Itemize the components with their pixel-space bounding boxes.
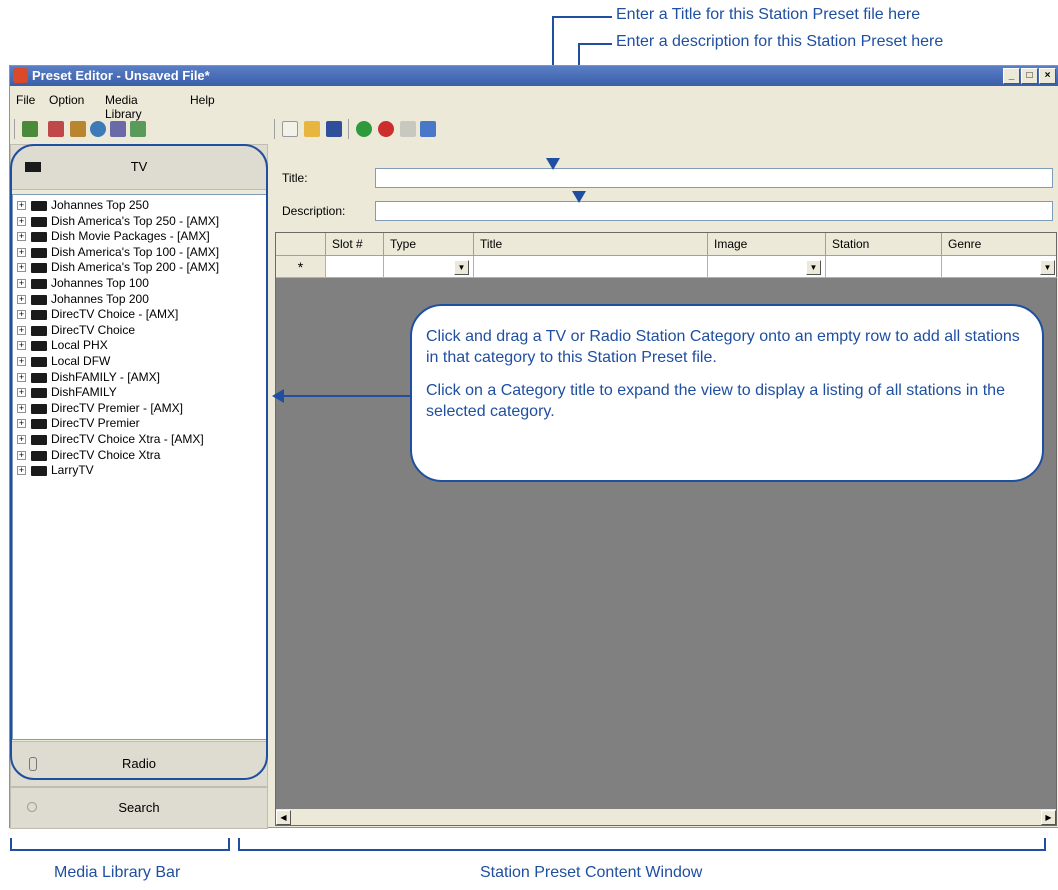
content-window-bracket [238,838,1046,851]
horizontal-scrollbar[interactable]: ◀ ▶ [276,809,1056,825]
media-library-bracket [10,838,230,851]
open-folder-icon[interactable] [304,121,320,137]
row-header-corner [276,233,326,255]
col-slot[interactable]: Slot # [326,233,384,255]
media-library-highlight [10,144,268,780]
preset-toolbar [272,117,572,141]
scroll-left-icon[interactable]: ◀ [276,810,291,825]
move-down-icon[interactable] [420,121,436,137]
media-library-bar-label: Media Library Bar [54,864,181,881]
col-title[interactable]: Title [474,233,708,255]
window-title: Preset Editor - Unsaved File* [32,68,210,83]
col-station[interactable]: Station [826,233,942,255]
callout-arrow-line [283,395,411,397]
title-annotation: Enter a Title for this Station Preset fi… [616,6,921,23]
title-cell[interactable] [474,256,708,278]
station-cell[interactable] [826,256,942,278]
description-label: Description: [282,204,346,218]
menu-file[interactable]: File [16,93,35,107]
menu-option[interactable]: Option [49,93,84,107]
toolbar-grip-right [274,119,275,139]
type-cell[interactable]: ▼ [384,256,474,278]
title-bar[interactable]: Preset Editor - Unsaved File* _ □ × [10,66,1058,86]
grid-header: Slot # Type Title Image Station Genre [276,233,1056,256]
image-cell[interactable]: ▼ [708,256,826,278]
title-arrowhead [546,158,560,170]
add-row-icon[interactable] [356,121,372,137]
edit-check-icon[interactable] [130,121,146,137]
search-header[interactable]: Search [10,787,268,829]
description-field[interactable] [375,201,1053,221]
menu-help[interactable]: Help [190,93,215,107]
globe-icon[interactable] [90,121,106,137]
drag-drop-callout: Click and drag a TV or Radio Station Cat… [410,304,1044,482]
title-label: Title: [282,171,308,185]
app-icon [13,68,28,83]
scroll-right-icon[interactable]: ▶ [1041,810,1056,825]
type-dropdown-icon[interactable]: ▼ [454,260,469,275]
toolbar-grip [14,119,15,139]
move-up-icon[interactable] [400,121,416,137]
col-type[interactable]: Type [384,233,474,255]
genre-cell[interactable]: ▼ [942,256,1057,278]
remove-row-icon[interactable] [378,121,394,137]
maximize-button[interactable]: □ [1021,68,1038,84]
toolbar-separator [348,119,349,139]
new-file-icon[interactable] [282,121,298,137]
search-label: Search [118,800,160,815]
description-annotation: Enter a description for this Station Pre… [616,33,944,50]
properties-icon[interactable] [70,121,86,137]
library-toolbar [10,117,268,141]
slot-cell[interactable] [326,256,384,278]
callout-text-1: Click and drag a TV or Radio Station Cat… [426,328,1020,366]
delete-category-icon[interactable] [48,121,64,137]
edit-station-icon[interactable] [110,121,126,137]
title-field[interactable] [375,168,1053,188]
description-arrowhead [572,191,586,203]
callout-text-2: Click on a Category title to expand the … [426,382,1005,420]
content-window-label: Station Preset Content Window [480,864,703,881]
minimize-button[interactable]: _ [1003,68,1020,84]
close-button[interactable]: × [1039,68,1056,84]
save-icon[interactable] [326,121,342,137]
new-row-marker: * [276,256,326,278]
description-annotation-line-h [578,43,612,45]
col-genre[interactable]: Genre [942,233,1057,255]
new-row: * ▼ ▼ ▼ [276,256,1057,278]
genre-dropdown-icon[interactable]: ▼ [1040,260,1055,275]
image-dropdown-icon[interactable]: ▼ [806,260,821,275]
callout-arrowhead [272,389,284,403]
title-annotation-line-h [552,16,612,18]
add-category-icon[interactable] [22,121,38,137]
col-image[interactable]: Image [708,233,826,255]
